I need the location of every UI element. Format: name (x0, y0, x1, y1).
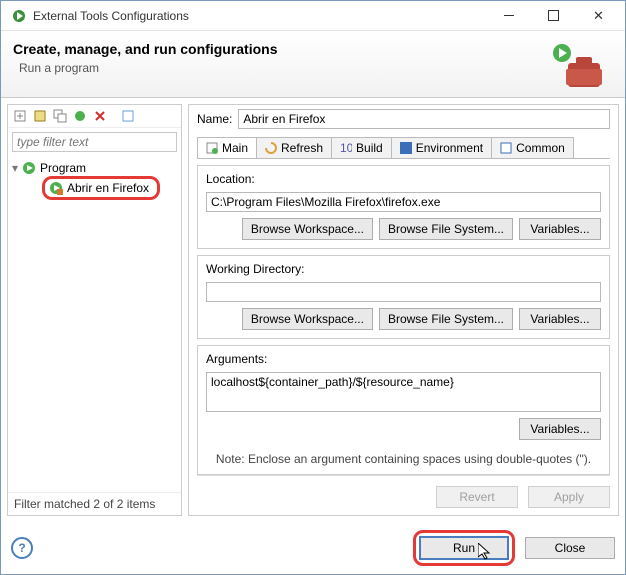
titlebar-icon (11, 8, 27, 24)
apply-button[interactable]: Apply (528, 486, 610, 508)
tree-root-program[interactable]: ▾ Program (12, 160, 177, 176)
location-browse-filesystem-button[interactable]: Browse File System... (379, 218, 513, 240)
header-subtitle: Run a program (13, 61, 543, 75)
close-window-button[interactable] (576, 2, 621, 30)
workingdir-browse-workspace-button[interactable]: Browse Workspace... (242, 308, 373, 330)
name-input[interactable] (238, 109, 610, 129)
workingdir-browse-filesystem-button[interactable]: Browse File System... (379, 308, 513, 330)
main-tab-icon (206, 142, 218, 154)
env-tab-icon (400, 142, 412, 154)
tab-common[interactable]: Common (491, 137, 574, 158)
location-browse-workspace-button[interactable]: Browse Workspace... (242, 218, 373, 240)
revert-button[interactable]: Revert (436, 486, 518, 508)
workingdir-variables-button[interactable]: Variables... (519, 308, 601, 330)
dialog-footer: ? Run Close (1, 522, 625, 574)
tree-root-label: Program (40, 161, 86, 175)
run-button[interactable]: Run (419, 536, 509, 560)
workingdir-input[interactable] (206, 282, 601, 302)
header-title: Create, manage, and run configurations (13, 41, 543, 57)
arguments-group: Arguments: Variables... Note: Enclose an… (197, 345, 610, 475)
filter-icon[interactable] (120, 108, 136, 124)
tab-main[interactable]: Main (197, 137, 257, 158)
tab-refresh[interactable]: Refresh (256, 137, 332, 158)
location-group: Location: Browse Workspace... Browse Fil… (197, 165, 610, 249)
maximize-button[interactable] (531, 2, 576, 30)
minimize-button[interactable] (486, 2, 531, 30)
left-panel: ▾ Program Abrir en Firefox Filter matche… (7, 104, 182, 516)
tab-bar: Main Refresh 101 Build Environment Commo… (197, 137, 610, 159)
tree-item-selected[interactable]: Abrir en Firefox (42, 176, 160, 200)
location-label: Location: (206, 172, 601, 186)
svg-text:101: 101 (340, 142, 352, 154)
delete-icon[interactable] (92, 108, 108, 124)
program-run-icon (49, 181, 63, 195)
titlebar: External Tools Configurations (1, 1, 625, 31)
config-tree[interactable]: ▾ Program Abrir en Firefox (8, 156, 181, 492)
expand-icon[interactable]: ▾ (12, 161, 18, 175)
dialog-header: Create, manage, and run configurations R… (1, 31, 625, 98)
name-label: Name: (197, 112, 232, 126)
window-title: External Tools Configurations (33, 9, 486, 23)
program-icon (22, 161, 36, 175)
close-button[interactable]: Close (525, 537, 615, 559)
workingdir-group: Working Directory: Browse Workspace... B… (197, 255, 610, 339)
location-input[interactable] (206, 192, 601, 212)
arguments-variables-button[interactable]: Variables... (519, 418, 601, 440)
help-button[interactable]: ? (11, 537, 33, 559)
arguments-label: Arguments: (206, 352, 601, 366)
right-panel: Name: Main Refresh 101 Build Environment (188, 104, 619, 516)
new-prototype-icon[interactable] (32, 108, 48, 124)
filter-box (12, 132, 177, 152)
left-toolbar (8, 105, 181, 128)
workingdir-label: Working Directory: (206, 262, 601, 276)
tab-build[interactable]: 101 Build (331, 137, 392, 158)
refresh-tab-icon (265, 142, 277, 154)
arguments-note: Note: Enclose an argument containing spa… (206, 452, 601, 466)
new-config-icon[interactable] (12, 108, 28, 124)
filter-status: Filter matched 2 of 2 items (8, 492, 181, 515)
filter-input[interactable] (12, 132, 177, 152)
header-icon (543, 41, 613, 91)
export-icon[interactable] (72, 108, 88, 124)
arguments-input[interactable] (206, 372, 601, 412)
duplicate-icon[interactable] (52, 108, 68, 124)
run-highlight: Run (413, 530, 515, 566)
location-variables-button[interactable]: Variables... (519, 218, 601, 240)
common-tab-icon (500, 142, 512, 154)
tab-environment[interactable]: Environment (391, 137, 492, 158)
tree-item-label: Abrir en Firefox (67, 181, 149, 195)
build-tab-icon: 101 (340, 142, 352, 154)
